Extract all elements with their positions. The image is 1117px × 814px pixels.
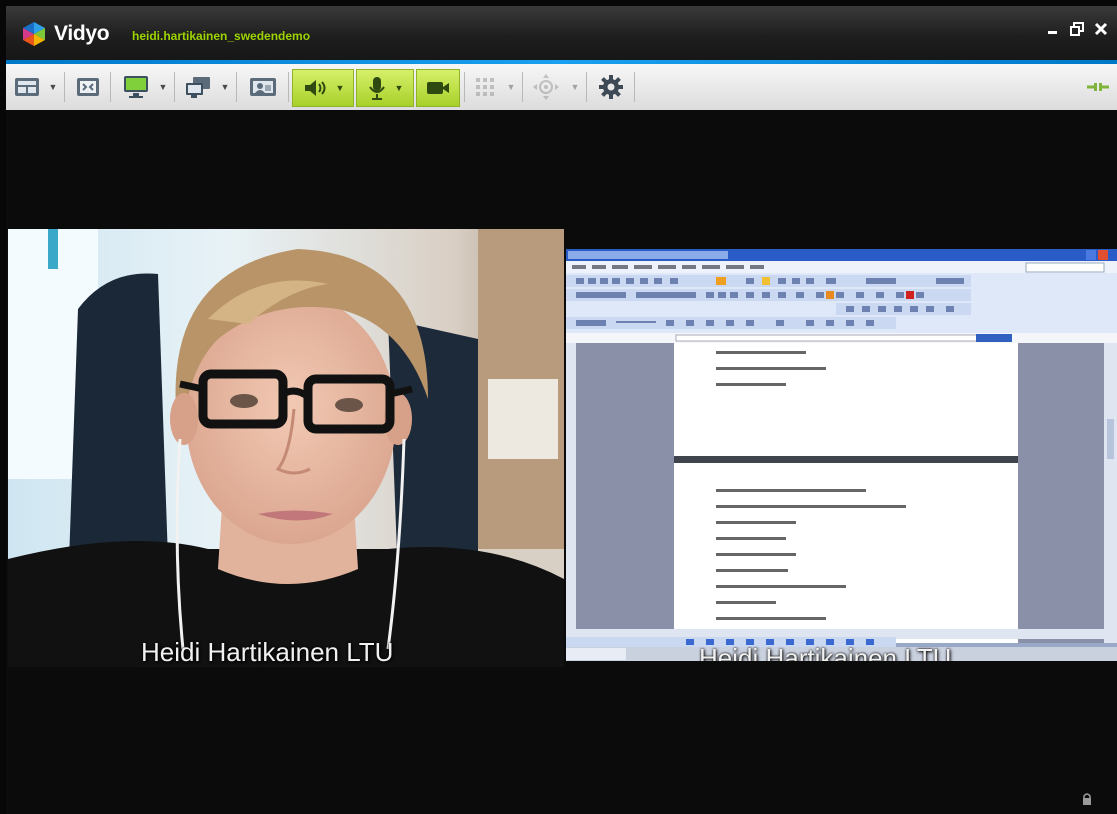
settings-icon <box>599 75 623 99</box>
restore-icon[interactable] <box>1067 18 1087 40</box>
camera-control-dropdown[interactable]: ▼ <box>568 69 582 105</box>
dialpad-button[interactable] <box>468 69 502 105</box>
dialpad-icon <box>476 78 494 96</box>
camera-control-button[interactable] <box>526 69 566 105</box>
shared-screen-caption: Heidi Hartikainen LTU <box>699 643 952 661</box>
self-view-button[interactable] <box>244 69 282 105</box>
fullscreen-button[interactable] <box>70 69 106 105</box>
title-bar: Vidyo heidi.hartikainen_swedendemo <box>6 6 1117 62</box>
shared-document-view <box>566 249 1117 661</box>
monitor-icon <box>124 76 148 98</box>
close-icon[interactable] <box>1091 18 1111 40</box>
camera-control-icon <box>533 74 559 100</box>
dialpad-dropdown[interactable]: ▼ <box>504 69 518 105</box>
network-status-button[interactable] <box>1084 69 1112 105</box>
camera-button[interactable] <box>416 69 460 107</box>
app-brand: Vidyo <box>54 22 110 45</box>
video-area: Heidi Hartikainen LTU Heidi Hartikainen … <box>6 110 1117 814</box>
windows-icon <box>186 77 210 98</box>
share-window-button[interactable] <box>180 69 216 105</box>
microphone-button[interactable]: ▼ <box>356 69 414 107</box>
layout-button[interactable] <box>10 69 44 105</box>
shared-screen-tile[interactable]: Heidi Hartikainen LTU <box>566 249 1117 661</box>
share-window-dropdown[interactable]: ▼ <box>218 69 232 105</box>
participant-caption: Heidi Hartikainen LTU <box>141 637 394 667</box>
share-screen-dropdown[interactable]: ▼ <box>156 69 170 105</box>
username-label: heidi.hartikainen_swedendemo <box>132 29 311 43</box>
camera-icon <box>427 82 449 94</box>
main-toolbar: ▼ ▼ ▼ ▼ ▼ ▼ ▼ <box>6 64 1117 111</box>
participant-video-tile[interactable]: Heidi Hartikainen LTU <box>8 229 564 667</box>
fullscreen-icon <box>77 78 99 96</box>
speaker-button[interactable]: ▼ <box>292 69 354 107</box>
vidyo-window: Vidyo heidi.hartikainen_swedendemo ▼ ▼ ▼… <box>6 6 1117 814</box>
layout-icon <box>15 78 39 96</box>
microphone-dropdown[interactable]: ▼ <box>395 83 404 93</box>
settings-button[interactable] <box>592 69 630 105</box>
speaker-icon <box>304 80 326 96</box>
layout-dropdown[interactable]: ▼ <box>46 69 60 105</box>
vidyo-logo-icon <box>23 22 45 46</box>
network-icon <box>1087 83 1109 91</box>
lock-icon <box>1083 793 1091 805</box>
microphone-icon <box>368 77 385 100</box>
participant-video <box>8 229 564 667</box>
self-view-icon <box>250 78 276 96</box>
share-screen-button[interactable] <box>118 69 154 105</box>
speaker-dropdown[interactable]: ▼ <box>336 83 345 93</box>
minimize-icon[interactable] <box>1043 18 1063 40</box>
